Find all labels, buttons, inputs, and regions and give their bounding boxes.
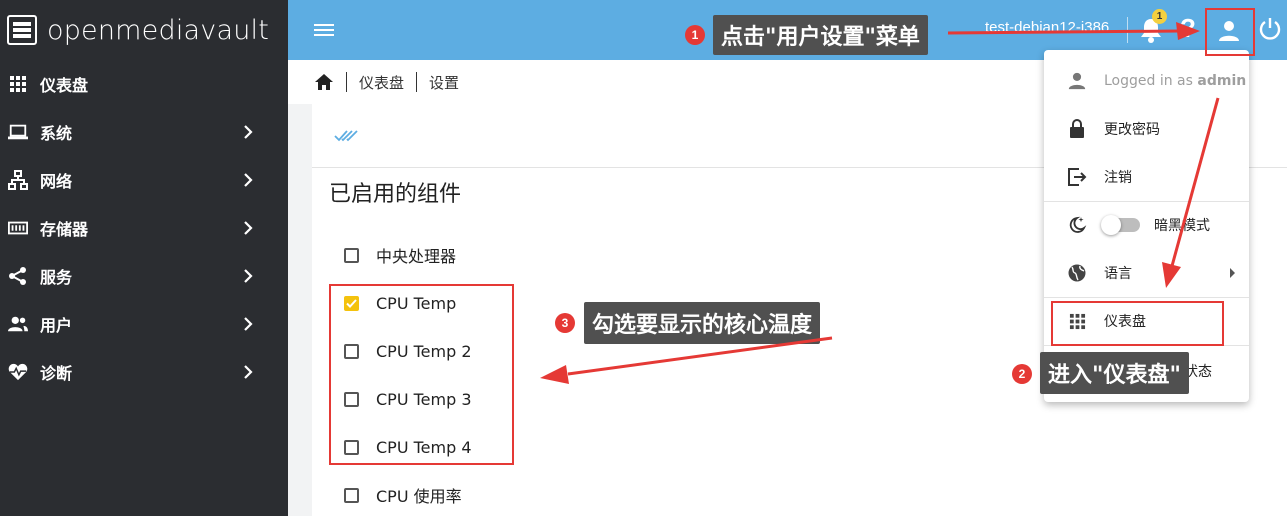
option-cpu[interactable]: 中央处理器 [344,243,456,267]
sidebar-item-diagnostics[interactable]: 诊断 [0,348,288,396]
hostname: test-debian12-i386 [985,19,1110,36]
option-cpu-temp-3[interactable]: CPU Temp 3 [344,387,472,411]
home-icon[interactable] [314,73,334,91]
section-title: 已启用的组件 [329,182,462,207]
checkbox-checked[interactable] [344,295,359,311]
sidebar-item-label: 仪表盘 [40,76,89,95]
option-label: CPU Temp [376,293,457,313]
annotation-step1: 点击"用户设置"菜单 [713,15,928,55]
checkbox[interactable] [344,391,359,407]
chevron-right-icon [244,125,253,139]
header-divider [1127,17,1128,43]
user-menu-button[interactable] [1206,8,1252,54]
chevron-right-icon [244,269,253,283]
share-icon [8,266,28,286]
chevron-right-icon [244,173,253,187]
logged-in-prefix: Logged in as [1104,73,1198,89]
breadcrumb-separator [416,72,418,92]
option-label: CPU Temp 4 [376,437,472,457]
brand[interactable]: openmediavault [0,0,288,60]
sidebar-item-label: 系统 [40,124,73,143]
sidebar-item-storage[interactable]: 存储器 [0,204,288,252]
checkmark-icon [346,298,357,308]
menu-logout[interactable]: 注销 [1044,153,1249,201]
sidebar: openmediavault 仪表盘 系统 网络 存储器 服务 用户 诊断 [0,0,288,516]
menu-change-password[interactable]: 更改密码 [1044,105,1249,153]
person-icon [1219,21,1239,41]
sidebar-item-services[interactable]: 服务 [0,252,288,300]
caret-right-icon [1230,268,1235,278]
chevron-right-icon [244,365,253,379]
grid-icon [1066,310,1088,332]
person-icon [1066,70,1088,92]
menu-dashboard[interactable]: 仪表盘 [1044,297,1249,345]
sidebar-item-label: 诊断 [40,364,73,383]
menu-label: 暗黑模式 [1154,218,1210,234]
menu-label: 注销 [1104,170,1132,186]
chevron-right-icon [244,317,253,331]
sidebar-item-label: 服务 [40,268,73,287]
network-icon [8,170,28,190]
storage-icon [8,218,28,238]
heartbeat-icon [8,362,28,382]
menu-toggle-icon[interactable] [314,22,334,38]
brand-logo-icon [7,15,37,45]
annotation-step2: 进入"仪表盘" [1040,352,1189,394]
help-icon[interactable]: ? [1180,13,1196,44]
step-badge-3: 3 [555,313,575,333]
menu-dark-mode[interactable]: 暗黑模式 [1044,201,1249,249]
sidebar-item-system[interactable]: 系统 [0,108,288,156]
laptop-icon [8,122,28,142]
lock-icon [1066,118,1088,140]
step-badge-2: 2 [1012,364,1032,384]
breadcrumb-separator [346,72,347,92]
logout-icon [1066,166,1088,188]
option-label: CPU Temp 2 [376,341,472,361]
sidebar-item-label: 网络 [40,172,73,191]
annotation-step3: 勾选要显示的核心温度 [584,302,821,344]
check-all-icon[interactable] [334,128,360,144]
option-cpu-temp-2[interactable]: CPU Temp 2 [344,339,472,363]
option-cpu-temp-4[interactable]: CPU Temp 4 [344,435,472,459]
moon-stars-icon [1066,214,1088,236]
sidebar-item-users[interactable]: 用户 [0,300,288,348]
menu-logged-in: Logged in as admin [1044,57,1249,105]
notification-badge: 1 [1152,9,1167,24]
option-label: 中央处理器 [376,247,457,266]
power-icon[interactable] [1258,16,1282,42]
logged-in-user: admin [1197,73,1247,89]
user-dropdown-menu: Logged in as admin 更改密码 注销 暗黑模式 语言 仪表盘 状… [1044,50,1249,402]
grid-icon [8,74,28,94]
menu-label: 语言 [1104,266,1132,282]
checkbox[interactable] [344,343,359,359]
breadcrumb-dashboard[interactable]: 仪表盘 [359,72,404,93]
sidebar-item-dashboard[interactable]: 仪表盘 [0,60,288,108]
option-label: CPU Temp 3 [376,389,472,409]
step-badge-1: 1 [685,25,705,45]
sidebar-item-network[interactable]: 网络 [0,156,288,204]
menu-divider [1044,345,1249,346]
checkbox[interactable] [344,247,359,263]
sidebar-item-label: 用户 [40,316,73,335]
brand-name: openmediavault [47,14,270,46]
breadcrumb-settings: 设置 [429,73,460,92]
chevron-right-icon [244,221,253,235]
menu-label: 更改密码 [1104,122,1160,138]
sidebar-item-label: 存储器 [40,220,89,239]
option-cpu-usage[interactable]: CPU 使用率 [344,483,462,507]
option-label: CPU 使用率 [376,487,462,506]
dark-mode-toggle[interactable] [1101,215,1140,235]
globe-icon [1066,262,1088,284]
menu-language[interactable]: 语言 [1044,249,1249,297]
checkbox[interactable] [344,439,359,455]
option-cpu-temp[interactable]: CPU Temp [344,291,456,315]
checkbox[interactable] [344,487,359,503]
users-icon [8,314,28,334]
menu-label: 仪表盘 [1104,314,1146,330]
logged-in-text: Logged in as admin [1104,73,1246,89]
